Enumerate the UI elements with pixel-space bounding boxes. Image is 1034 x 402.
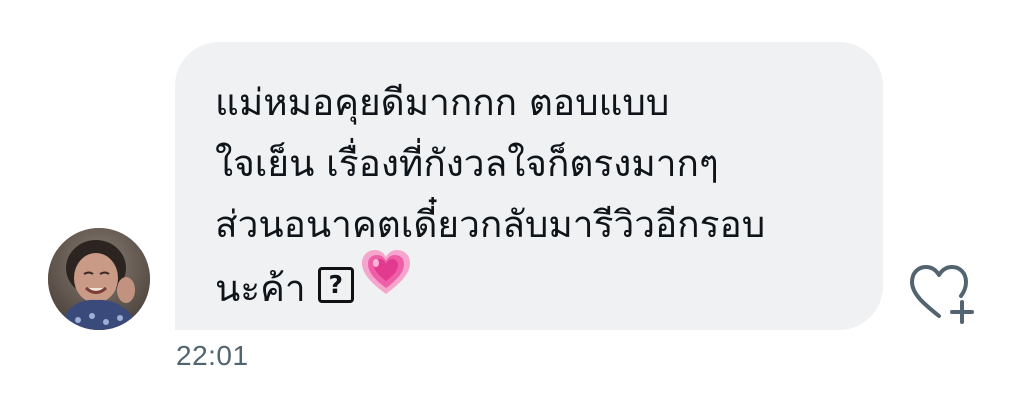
growing-heart-emoji-icon: [360, 249, 412, 315]
message-bubble[interactable]: แม่หมอคุยดีมากกก ตอบแบบ ใจเย็น เรื่องที่…: [175, 42, 883, 330]
heart-plus-icon: [910, 265, 974, 324]
message-line-3: ส่วนอนาคตเดี๋ยวกลับมารีวิวอีกรอบ: [215, 203, 766, 246]
like-button[interactable]: [906, 262, 978, 326]
message-timestamp: 22:01: [176, 340, 249, 371]
avatar-photo-icon: [48, 228, 150, 330]
message-line-1: แม่หมอคุยดีมากกก ตอบแบบ: [215, 81, 670, 124]
message-line-4-text: นะค้า: [215, 266, 306, 310]
sender-avatar[interactable]: [48, 228, 150, 330]
unknown-glyph-icon: ?: [317, 267, 354, 303]
chat-message-row: แม่หมอคุยดีมากกก ตอบแบบ ใจเย็น เรื่องที่…: [0, 0, 1034, 402]
message-line-4: นะค้า?: [215, 250, 853, 321]
message-line-2: ใจเย็น เรื่องที่กังวลใจก็ตรงมากๆ: [215, 142, 719, 185]
